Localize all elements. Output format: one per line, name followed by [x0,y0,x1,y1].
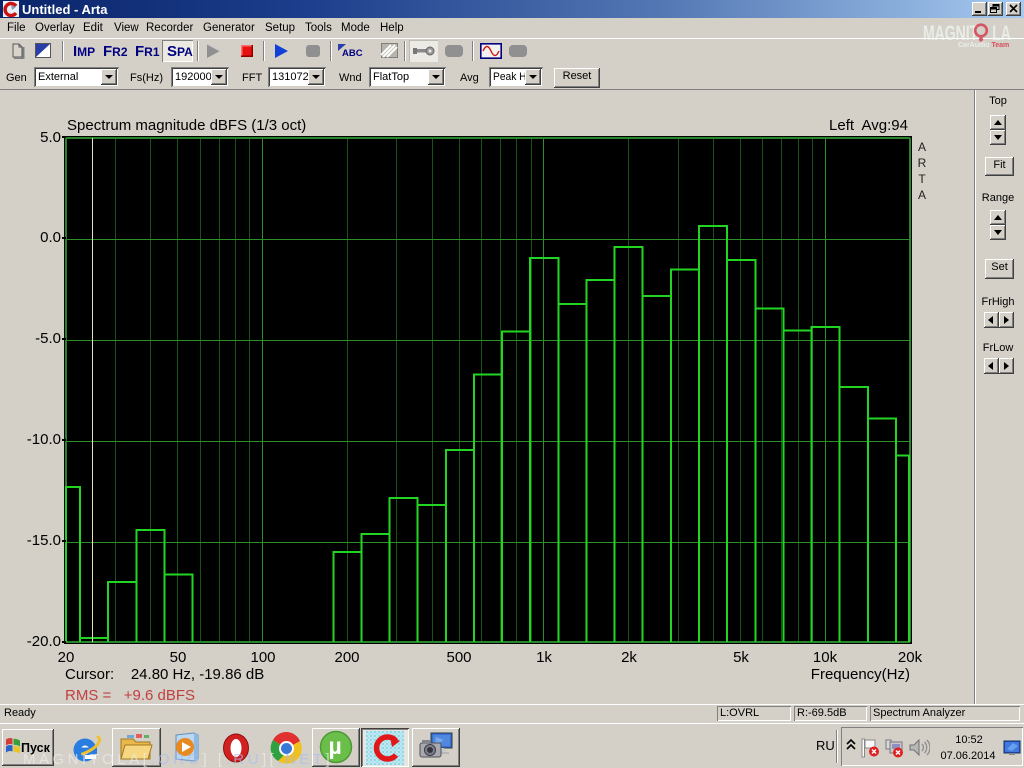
svg-text:ABC: ABC [342,48,363,59]
